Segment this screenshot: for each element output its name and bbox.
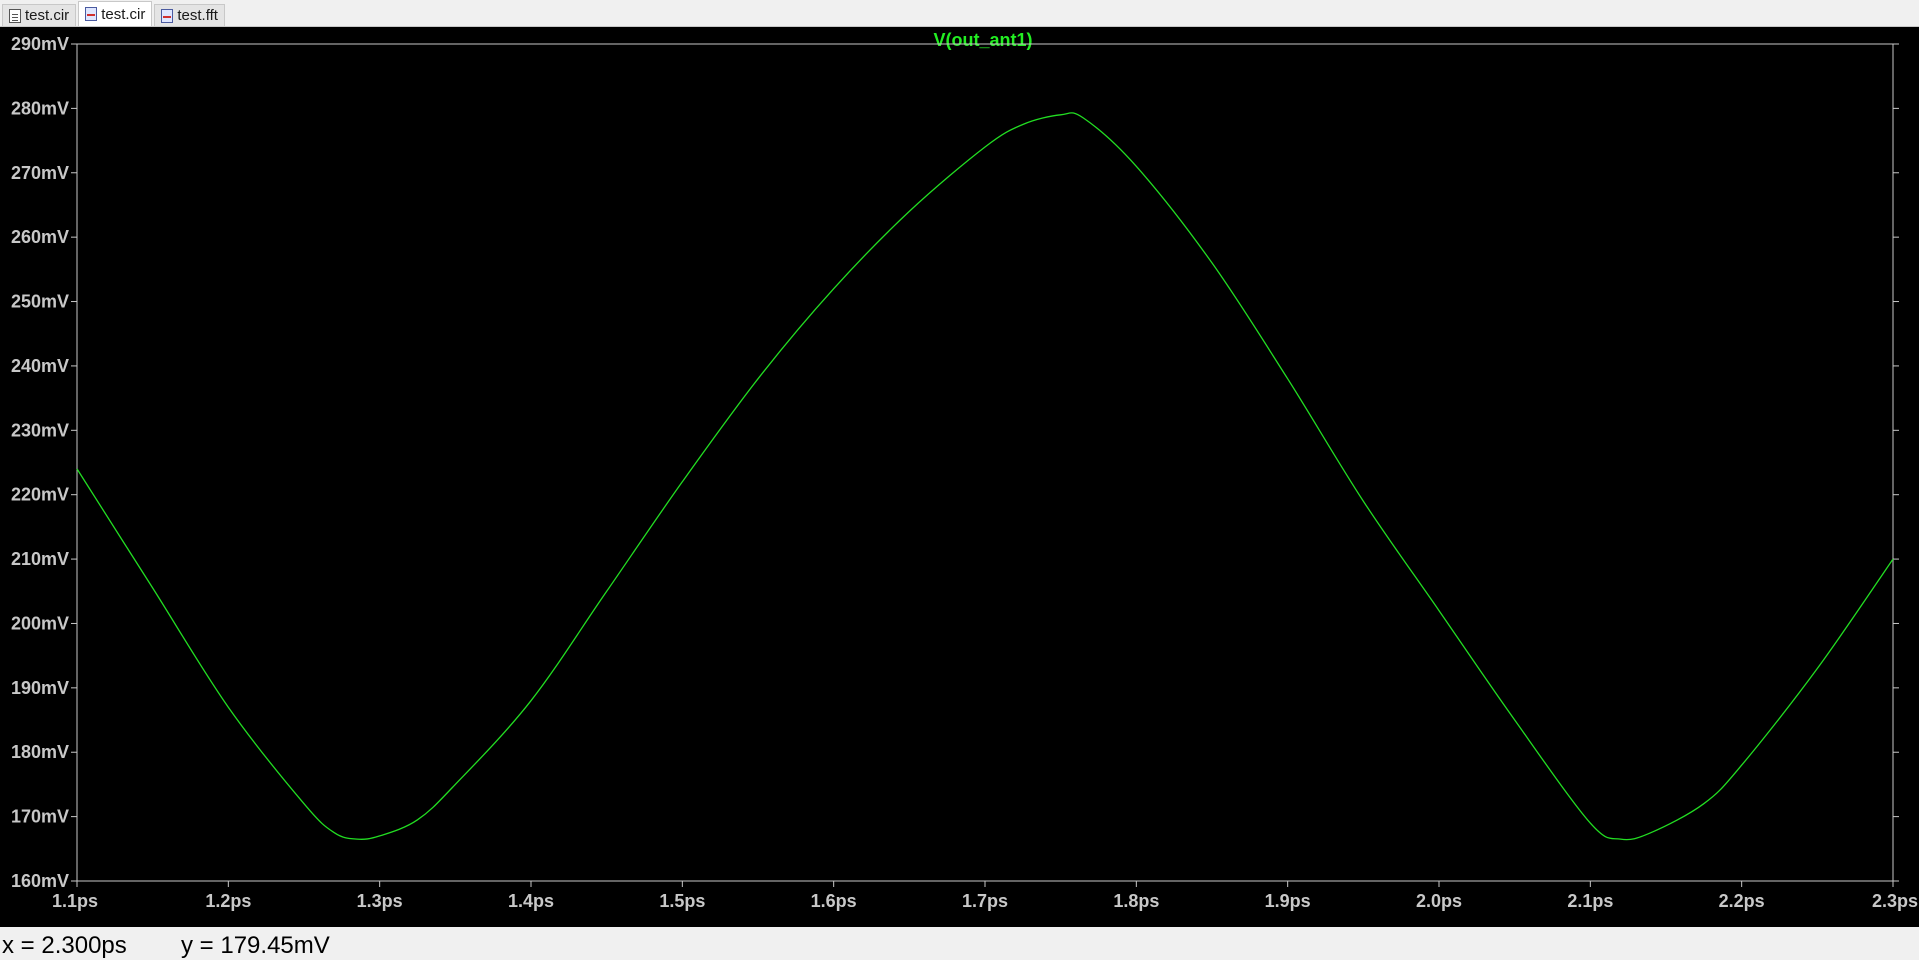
trace-title[interactable]: V(out_ant1) [934, 30, 1033, 50]
status-bar: x = 2.300ps y = 179.45mV [0, 927, 1919, 959]
x-tick-label: 1.4ps [508, 891, 554, 911]
tab-label: test.cir [101, 5, 146, 23]
x-tick-label: 1.2ps [205, 891, 251, 911]
tab-test-cir-waveform[interactable]: test.cir [78, 1, 153, 26]
waveform-chart[interactable]: V(out_ant1) 160mV 170mV 180mV 190mV 200mV 210… [0, 27, 1919, 927]
y-tick-label: 190mV [11, 678, 69, 698]
y-tick-label: 220mV [11, 485, 69, 505]
y-tick-label: 180mV [11, 742, 69, 762]
tab-test-fft[interactable]: test.fft [154, 4, 225, 26]
y-tick-label: 240mV [11, 356, 69, 376]
y-tick-label: 210mV [11, 549, 69, 569]
x-tick-label: 1.3ps [357, 891, 403, 911]
y-tick-label: 250mV [11, 292, 69, 312]
x-tick-label: 1.1ps [52, 891, 98, 911]
y-tick-label: 280mV [11, 98, 69, 118]
y-tick-label: 290mV [11, 34, 69, 54]
y-tick-label: 230mV [11, 420, 69, 440]
cursor-x-readout: x = 2.300ps [2, 932, 127, 959]
waveform-icon [161, 8, 174, 23]
y-tick-label: 260mV [11, 227, 69, 247]
waveform-plot-pane[interactable]: V(out_ant1) 160mV 170mV 180mV 190mV 200mV 210… [0, 27, 1919, 927]
x-tick-label: 2.2ps [1719, 891, 1765, 911]
tab-label: test.cir [25, 7, 70, 24]
waveform-icon [85, 7, 98, 21]
tab-bar: test.cir test.cir test.fft [0, 0, 1919, 27]
y-tick-label: 270mV [11, 163, 69, 183]
cursor-y-readout: y = 179.45mV [181, 932, 330, 959]
x-tick-label: 1.7ps [962, 891, 1008, 911]
x-tick-label: 1.9ps [1265, 891, 1311, 911]
x-tick-label: 1.5ps [659, 891, 705, 911]
x-tick-label: 2.0ps [1416, 891, 1462, 911]
tab-test-cir-netlist[interactable]: test.cir [2, 4, 77, 26]
document-icon [9, 8, 21, 23]
x-tick-label: 1.8ps [1113, 891, 1159, 911]
tab-label: test.fft [177, 7, 218, 24]
y-tick-label: 170mV [11, 807, 69, 827]
x-tick-label: 1.6ps [811, 891, 857, 911]
x-tick-label: 2.1ps [1567, 891, 1613, 911]
y-tick-label: 160mV [11, 871, 69, 891]
y-tick-label: 200mV [11, 613, 69, 633]
x-tick-label: 2.3ps [1872, 891, 1918, 911]
